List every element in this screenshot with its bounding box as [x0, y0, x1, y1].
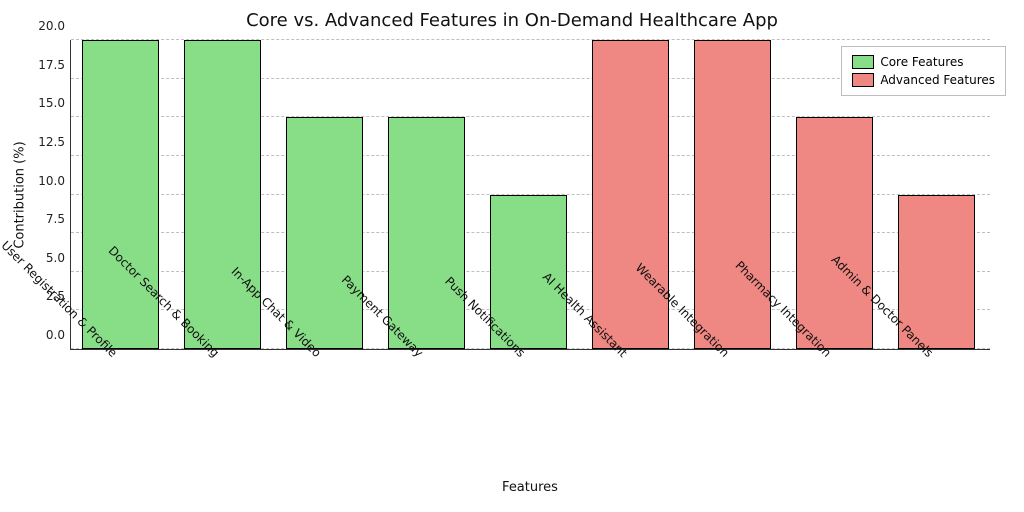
legend-item-advanced: Advanced Features [852, 71, 995, 89]
y-tick: 20.0 [38, 19, 71, 33]
chart-container: Core vs. Advanced Features in On-Demand … [0, 0, 1024, 512]
y-tick: 5.0 [46, 251, 71, 265]
legend-swatch-core [852, 55, 874, 69]
legend-swatch-advanced [852, 73, 874, 87]
chart-title: Core vs. Advanced Features in On-Demand … [0, 10, 1024, 31]
x-axis-label: Features [502, 480, 558, 495]
legend-label: Core Features [880, 55, 963, 69]
bar-core [388, 117, 465, 349]
y-tick: 17.5 [38, 58, 71, 72]
bar-core [184, 40, 261, 349]
y-tick: 12.5 [38, 135, 71, 149]
bar-core [82, 40, 159, 349]
bar-advanced [796, 117, 873, 349]
bar-advanced [592, 40, 669, 349]
y-tick: 15.0 [38, 96, 71, 110]
y-tick: 0.0 [46, 328, 71, 342]
legend: Core Features Advanced Features [841, 46, 1006, 96]
y-tick: 7.5 [46, 212, 71, 226]
y-axis-label: Contribution (%) [13, 141, 28, 248]
bar-core [286, 117, 363, 349]
legend-label: Advanced Features [880, 73, 995, 87]
y-tick: 10.0 [38, 174, 71, 188]
legend-item-core: Core Features [852, 53, 995, 71]
bar-advanced [694, 40, 771, 349]
